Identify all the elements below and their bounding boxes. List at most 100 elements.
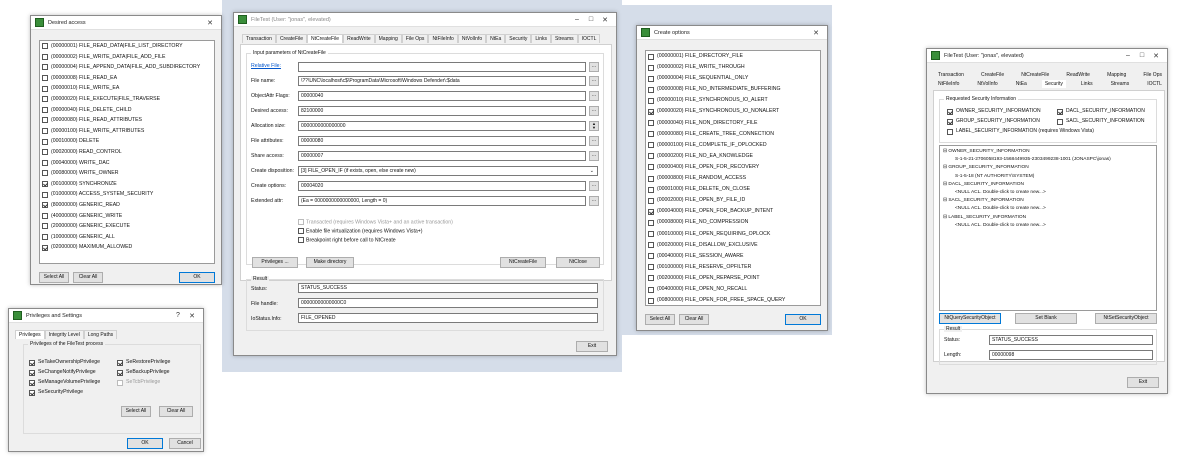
tree-node[interactable]: <NULL ACL. Double-click to create new...…: [943, 222, 1153, 230]
allocation-size-field[interactable]: 0000000000000000: [298, 121, 586, 131]
list-item[interactable]: DACL_SECURITY_INFORMATION: [1055, 107, 1145, 116]
share-access-field[interactable]: 00000007: [298, 151, 586, 161]
list-item[interactable]: (00080000) WRITE_OWNER: [40, 168, 214, 179]
tree-node[interactable]: ⊟ GROUP_SECURITY_INFORMATION: [943, 164, 1153, 172]
file-name-browse-button[interactable]: ...: [589, 76, 599, 86]
list-item[interactable]: (80000000) GENERIC_READ: [40, 200, 214, 211]
tab-ioctl[interactable]: IOCTL: [1144, 80, 1165, 88]
tab-ntfileinfo[interactable]: NtFileInfo: [935, 80, 963, 88]
tab-ioctl[interactable]: IOCTL: [577, 34, 601, 43]
tree-node[interactable]: S-1-5-21-2706058193-1568449935-230349923…: [943, 156, 1153, 164]
list-item[interactable]: (40000000) GENERIC_WRITE: [40, 211, 214, 222]
breakpoint-checkbox[interactable]: Breakpoint right before call to NtCreate: [298, 237, 396, 243]
make-directory-button[interactable]: Make directory: [306, 257, 354, 268]
checkbox[interactable]: [648, 75, 654, 82]
checkbox[interactable]: [648, 297, 654, 304]
checkbox[interactable]: [947, 108, 953, 115]
list-item[interactable]: (00000200) FILE_NO_EA_KNOWLEDGE: [646, 151, 820, 162]
list-item[interactable]: (00000004) FILE_SEQUENTIAL_ONLY: [646, 73, 820, 84]
checkbox[interactable]: [42, 212, 48, 219]
checkbox[interactable]: [648, 197, 654, 204]
list-item[interactable]: (00100000) SYNCHRONIZE: [40, 179, 214, 190]
list-item[interactable]: (00000400) FILE_OPEN_FOR_RECOVERY: [646, 162, 820, 173]
clear-all-button[interactable]: Clear All: [73, 272, 103, 283]
list-item[interactable]: (10000000) GENERIC_ALL: [40, 232, 214, 243]
list-item[interactable]: (00000001) FILE_DIRECTORY_FILE: [646, 51, 820, 62]
checkbox[interactable]: [648, 53, 654, 60]
checkbox[interactable]: [42, 202, 48, 209]
checkbox[interactable]: [648, 253, 654, 260]
list-item[interactable]: SeTcbPrivilege: [115, 378, 160, 387]
list-item[interactable]: (00000080) FILE_READ_ATTRIBUTES: [40, 115, 214, 126]
list-item[interactable]: SeChangeNotifyPrivilege: [27, 368, 96, 377]
checkbox[interactable]: [42, 244, 48, 251]
list-item[interactable]: (00020000) FILE_DISALLOW_EXCLUSIVE: [646, 240, 820, 251]
relative-file-link[interactable]: Relative File:: [251, 63, 281, 69]
checkbox[interactable]: [42, 106, 48, 113]
checkbox[interactable]: [42, 138, 48, 145]
virtualization-checkbox[interactable]: Enable file virtualization (requires Win…: [298, 228, 423, 234]
privileges-cancel-button[interactable]: Cancel: [169, 438, 201, 449]
tab-createfile[interactable]: CreateFile: [275, 34, 308, 43]
set-security-button[interactable]: NtSetSecurityObject: [1095, 313, 1157, 324]
list-item[interactable]: (20000000) GENERIC_EXECUTE: [40, 221, 214, 232]
list-item[interactable]: (00200000) FILE_OPEN_REPARSE_POINT: [646, 273, 820, 284]
breakpoint-checkbox-box[interactable]: [298, 237, 304, 243]
checkbox[interactable]: [648, 120, 654, 127]
checkbox[interactable]: [648, 275, 654, 282]
checkbox[interactable]: [1057, 118, 1063, 125]
tab-ntea[interactable]: NtEa: [1012, 80, 1030, 88]
list-item[interactable]: (00800000) FILE_OPEN_FOR_FREE_SPACE_QUER…: [646, 295, 820, 305]
create-options-select-all-button[interactable]: Select All: [645, 314, 675, 325]
tab-readwrite[interactable]: ReadWrite: [343, 34, 375, 43]
checkbox[interactable]: [42, 191, 48, 198]
object-attr-field[interactable]: 00000040: [298, 91, 586, 101]
checkbox[interactable]: [947, 128, 953, 135]
tab-mapping[interactable]: Mapping: [374, 34, 402, 43]
tab-security[interactable]: Security: [505, 34, 532, 43]
help-icon[interactable]: ?: [171, 312, 185, 319]
list-item[interactable]: (00000040) FILE_DELETE_CHILD: [40, 105, 214, 116]
virtualization-checkbox-box[interactable]: [298, 228, 304, 234]
list-item[interactable]: (00000001) FILE_READ_DATA|FILE_LIST_DIRE…: [40, 41, 214, 52]
ok-button[interactable]: OK: [179, 272, 215, 283]
list-item[interactable]: (00000002) FILE_WRITE_DATA|FILE_ADD_FILE: [40, 52, 214, 63]
checkbox[interactable]: [42, 85, 48, 92]
close-icon[interactable]: ✕: [203, 19, 217, 27]
checkbox[interactable]: [117, 379, 123, 386]
checkbox[interactable]: [648, 186, 654, 193]
list-item[interactable]: (00000008) FILE_NO_INTERMEDIATE_BUFFERIN…: [646, 84, 820, 95]
checkbox[interactable]: [42, 128, 48, 135]
checkbox[interactable]: [648, 64, 654, 71]
checkbox[interactable]: [648, 153, 654, 160]
checkbox[interactable]: [42, 53, 48, 60]
list-item[interactable]: (00001000) FILE_DELETE_ON_CLOSE: [646, 184, 820, 195]
relative-file-field[interactable]: [298, 62, 586, 72]
ntclose-button[interactable]: NtClose: [556, 257, 600, 268]
relative-file-browse-button[interactable]: ...: [589, 62, 599, 72]
list-item[interactable]: (00040000) WRITE_DAC: [40, 158, 214, 169]
extended-attr-field[interactable]: (Ea = 0000000000000000, Length = 0): [298, 196, 586, 206]
create-options-clear-all-button[interactable]: Clear All: [679, 314, 709, 325]
file-attributes-field[interactable]: 00000080: [298, 136, 586, 146]
desired-access-field[interactable]: 82100000: [298, 106, 586, 116]
tab-streams[interactable]: Streams: [551, 34, 578, 43]
tab-ntvolinfo[interactable]: NtVolInfo: [457, 34, 487, 43]
minimize-icon[interactable]: –: [570, 16, 584, 23]
tree-node[interactable]: <NULL ACL. Double-click to create new...…: [943, 205, 1153, 213]
list-item[interactable]: OWNER_SECURITY_INFORMATION: [945, 107, 1041, 116]
checkbox[interactable]: [42, 43, 48, 50]
desired-access-browse-button[interactable]: ...: [589, 106, 599, 116]
tab-integrity-level[interactable]: Integrity Level: [44, 330, 84, 339]
maximize-icon[interactable]: □: [1135, 52, 1149, 59]
checkbox[interactable]: [648, 208, 654, 215]
tab-privileges[interactable]: Privileges: [15, 330, 45, 339]
tab-ntfileinfo[interactable]: NtFileInfo: [428, 34, 458, 43]
list-item[interactable]: (01000000) ACCESS_SYSTEM_SECURITY: [40, 189, 214, 200]
tab-streams[interactable]: Streams: [1107, 80, 1133, 88]
list-item[interactable]: (00000040) FILE_NON_DIRECTORY_FILE: [646, 118, 820, 129]
list-item[interactable]: (00000020) FILE_EXECUTE|FILE_TRAVERSE: [40, 94, 214, 105]
maximize-icon[interactable]: □: [584, 16, 598, 23]
exit-button[interactable]: Exit: [576, 341, 608, 352]
list-item[interactable]: (00100000) FILE_RESERVE_OPFILTER: [646, 262, 820, 273]
